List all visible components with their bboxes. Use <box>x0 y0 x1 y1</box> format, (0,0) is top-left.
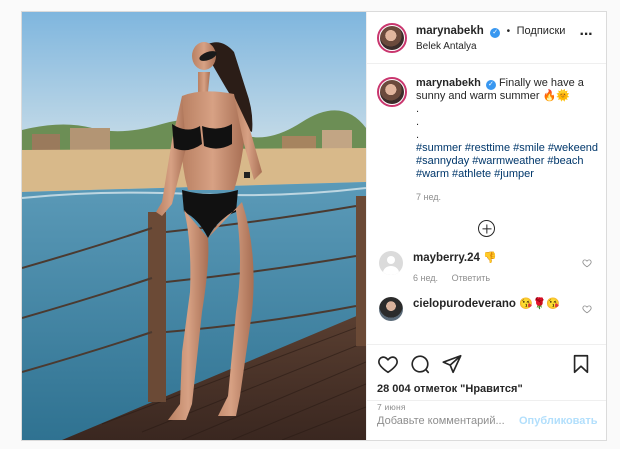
comment-text: cielopurodeverano 😘🌹😘 <box>413 297 582 311</box>
hashtag-link[interactable]: #jumper <box>494 168 534 180</box>
reply-button[interactable]: Ответить <box>452 273 490 283</box>
more-options-icon[interactable]: ··· <box>578 26 594 46</box>
caption-author-username[interactable]: marynabekh <box>416 77 481 89</box>
caption-dot-2: . <box>416 116 420 128</box>
caption-emojis: 🔥🌞 <box>542 90 570 102</box>
verified-badge-icon: ✓ <box>485 80 496 90</box>
comment-content: 👎 <box>482 252 497 264</box>
add-comment-input[interactable] <box>377 414 519 427</box>
caption-text: marynabekh ✓ Finally we have a sunny and… <box>416 77 601 204</box>
action-icon-row <box>377 353 594 377</box>
bookmark-icon[interactable] <box>570 353 594 377</box>
load-more-comments-icon[interactable] <box>478 220 495 237</box>
comments-scroll-area[interactable]: marynabekh ✓ Finally we have a sunny and… <box>367 65 606 344</box>
load-more-comments <box>367 220 606 237</box>
hashtag-link[interactable]: #beach <box>547 155 583 167</box>
post-side-panel: marynabekh ✓ • Подписки Belek Antalya ··… <box>366 12 606 440</box>
comment-item: cielopurodeverano 😘🌹😘 <box>367 283 606 321</box>
hashtag-link[interactable]: #wekeend <box>548 142 598 154</box>
caption-author-avatar[interactable] <box>377 77 407 107</box>
publish-button[interactable]: Опубликовать <box>519 415 598 427</box>
hashtag-link[interactable]: #resttime <box>465 142 510 154</box>
post-location[interactable]: Belek Antalya <box>416 39 578 54</box>
caption-line-1: Finally we have a <box>498 77 584 89</box>
comment-body: cielopurodeverano 😘🌹😘 <box>413 297 582 321</box>
hashtag-list: #summer #resttime #smile #wekeend #sannyday… <box>416 142 601 181</box>
post-card: marynabekh ✓ • Подписки Belek Antalya ··… <box>21 11 607 441</box>
author-info: marynabekh ✓ • Подписки Belek Antalya <box>416 22 578 54</box>
caption-line-2: sunny and warm summer <box>416 90 540 102</box>
post-header: marynabekh ✓ • Подписки Belek Antalya ··… <box>367 12 606 64</box>
comment-text: mayberry.24 👎 <box>413 251 582 265</box>
comment-meta: 6 нед. Ответить <box>413 273 582 283</box>
comment-avatar[interactable] <box>379 251 403 275</box>
hashtag-link[interactable]: #sannyday <box>416 155 469 167</box>
author-avatar[interactable] <box>377 22 407 53</box>
comment-username[interactable]: cielopurodeverano <box>413 298 516 310</box>
hashtag-link[interactable]: #smile <box>513 142 545 154</box>
caption-dot-1: . <box>416 103 420 115</box>
verified-badge-icon: ✓ <box>490 27 501 38</box>
add-comment-bar: Опубликовать <box>367 400 606 440</box>
likes-count[interactable]: 28 004 отметок "Нравится" <box>377 383 594 395</box>
share-icon[interactable] <box>441 353 465 377</box>
comment-avatar[interactable] <box>379 297 403 321</box>
hashtag-link[interactable]: #athlete <box>452 168 491 180</box>
hashtag-link[interactable]: #summer <box>416 142 462 154</box>
heart-icon[interactable] <box>377 353 401 377</box>
post-photo[interactable] <box>22 12 366 440</box>
beach-photo-image <box>22 12 366 440</box>
caption-dot-3: . <box>416 129 420 141</box>
comment-content: 😘🌹😘 <box>518 298 561 310</box>
comment-icon[interactable] <box>409 353 433 377</box>
following-button[interactable]: Подписки <box>517 25 566 37</box>
comment-item: mayberry.24 👎 6 нед. Ответить <box>367 237 606 283</box>
comment-username[interactable]: mayberry.24 <box>413 252 480 264</box>
comment-timestamp[interactable]: 6 нед. <box>413 273 438 283</box>
post-caption: marynabekh ✓ Finally we have a sunny and… <box>367 65 606 204</box>
comment-like-heart-icon[interactable] <box>582 251 594 283</box>
comment-body: mayberry.24 👎 6 нед. Ответить <box>413 251 582 283</box>
hashtag-link[interactable]: #warmweather <box>472 155 544 167</box>
separator-dot: • <box>506 25 511 37</box>
author-username[interactable]: marynabekh <box>416 25 484 37</box>
caption-timestamp[interactable]: 7 нед. <box>416 191 601 204</box>
comment-like-heart-icon[interactable] <box>582 297 594 321</box>
hashtag-link[interactable]: #warm <box>416 168 449 180</box>
